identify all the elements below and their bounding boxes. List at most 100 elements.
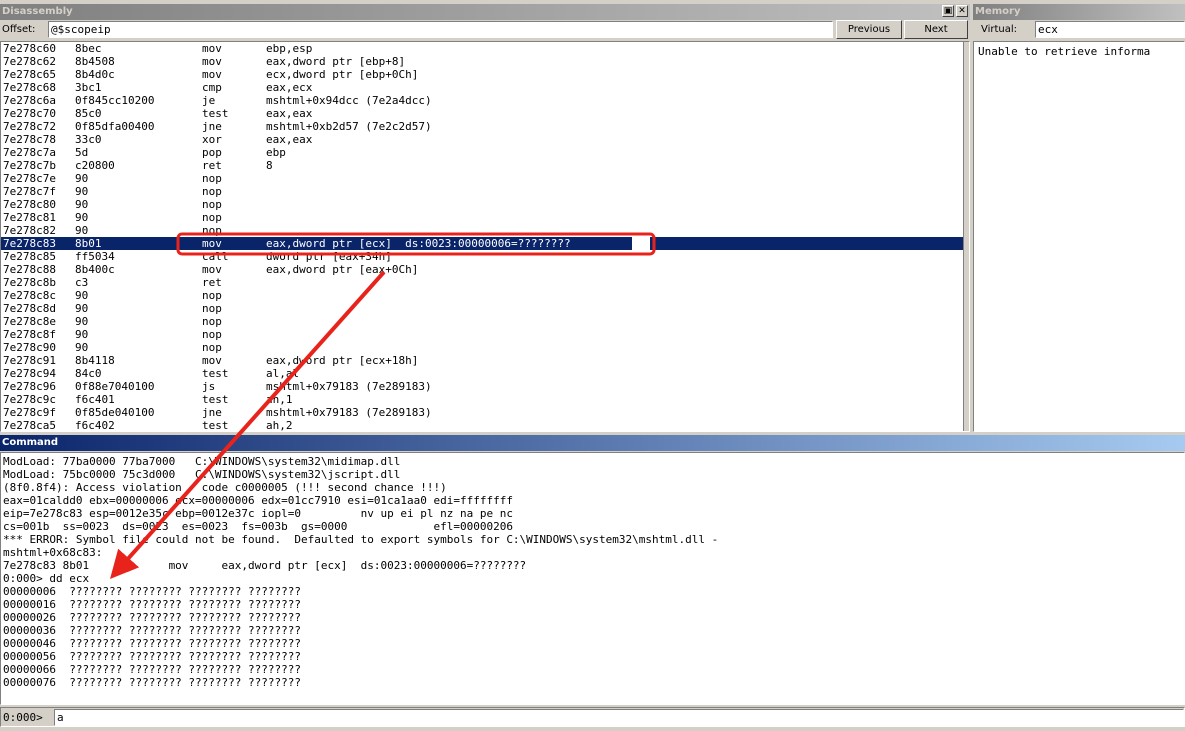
disassembly-line[interactable]: 7e278c65 8b4d0c mov ecx,dword ptr [ebp+0Ch] bbox=[1, 68, 969, 81]
disassembly-operands: al,al bbox=[266, 367, 300, 380]
command-input[interactable]: a bbox=[54, 709, 1184, 726]
disassembly-line[interactable]: 7e278c96 0f88e7040100 js mshtml+0x79183 (7e… bbox=[1, 380, 969, 393]
disassembly-mnemonic: nop bbox=[202, 198, 222, 211]
disassembly-line[interactable]: 7e278c81 90 nop bbox=[1, 211, 969, 224]
disassembly-line[interactable]: 7e278c7f 90 nop bbox=[1, 185, 969, 198]
disassembly-mnemonic: nop bbox=[202, 328, 222, 341]
disassembly-line[interactable]: 7e278c8b c3 ret bbox=[1, 276, 969, 289]
disassembly-line[interactable]: 7e278c60 8bec mov ebp,esp bbox=[1, 42, 969, 55]
disassembly-address: 7e278c9c bbox=[3, 393, 56, 406]
memory-pane[interactable]: Unable to retrieve informa bbox=[973, 41, 1185, 432]
disassembly-mnemonic: test bbox=[202, 107, 229, 120]
disassembly-address: 7e278c8d bbox=[3, 302, 56, 315]
disassembly-line[interactable]: 7e278c90 90 nop bbox=[1, 341, 969, 354]
disassembly-mnemonic: xor bbox=[202, 133, 222, 146]
disassembly-address: 7e278c8f bbox=[3, 328, 56, 341]
disassembly-bytes: 8bec bbox=[75, 42, 102, 55]
disassembly-address: 7e278ca5 bbox=[3, 419, 56, 432]
disassembly-line[interactable]: 7e278c8d 90 nop bbox=[1, 302, 969, 315]
virtual-input[interactable]: ecx bbox=[1035, 21, 1185, 38]
disassembly-bytes: ff5034 bbox=[75, 250, 115, 263]
disassembly-address: 7e278c6a bbox=[3, 94, 56, 107]
disassembly-line[interactable]: 7e278c7e 90 nop bbox=[1, 172, 969, 185]
previous-button[interactable]: Previous bbox=[836, 20, 902, 39]
disassembly-scrollbar[interactable] bbox=[963, 42, 969, 431]
disassembly-bytes: 0f85de040100 bbox=[75, 406, 155, 419]
disassembly-bytes: 8b400c bbox=[75, 263, 115, 276]
command-output-line: 0:000> dd ecx bbox=[3, 572, 90, 585]
disassembly-bytes: 90 bbox=[75, 289, 89, 302]
disassembly-address: 7e278c7f bbox=[3, 185, 56, 198]
command-output-line: 00000036 ???????? ???????? ???????? ????… bbox=[3, 624, 302, 637]
command-title: Command bbox=[2, 437, 59, 448]
disassembly-bytes: 90 bbox=[75, 224, 89, 237]
disassembly-line[interactable]: 7e278c7a 5d pop ebp bbox=[1, 146, 969, 159]
disassembly-line[interactable]: 7e278c94 84c0 test al,al bbox=[1, 367, 969, 380]
disassembly-mnemonic: ret bbox=[202, 276, 222, 289]
disassembly-line[interactable]: 7e278c82 90 nop bbox=[1, 224, 969, 237]
disassembly-line[interactable]: 7e278c8f 90 nop bbox=[1, 328, 969, 341]
disassembly-line[interactable]: 7e278c7b c20800 ret 8 bbox=[1, 159, 969, 172]
disassembly-line[interactable]: 7e278ca5 f6c402 test ah,2 bbox=[1, 419, 969, 432]
disassembly-mnemonic: nop bbox=[202, 172, 222, 185]
disassembly-operands: mshtml+0x79183 (7e289183) bbox=[266, 406, 432, 419]
disassembly-address: 7e278c96 bbox=[3, 380, 56, 393]
disassembly-mnemonic: jne bbox=[202, 120, 222, 133]
command-output-line: ModLoad: 77ba0000 77ba7000 C:\WINDOWS\sy… bbox=[3, 455, 401, 468]
memory-title-bar: Memory bbox=[973, 4, 1185, 20]
command-output-line: 00000076 ???????? ???????? ???????? ????… bbox=[3, 676, 302, 689]
disassembly-bytes: 90 bbox=[75, 315, 89, 328]
command-prompt: 0:000> bbox=[3, 711, 43, 724]
memory-title: Memory bbox=[975, 6, 1021, 17]
disassembly-operands: mshtml+0x94dcc (7e2a4dcc) bbox=[266, 94, 432, 107]
disassembly-operands: eax,dword ptr [ebp+8] bbox=[266, 55, 406, 68]
disassembly-operands: ah,1 bbox=[266, 393, 293, 406]
disassembly-line[interactable]: 7e278c70 85c0 test eax,eax bbox=[1, 107, 969, 120]
disassembly-mnemonic: test bbox=[202, 393, 229, 406]
disassembly-operands: eax,eax bbox=[266, 133, 313, 146]
command-output-line: mshtml+0x68c83: bbox=[3, 546, 103, 559]
disassembly-mnemonic: test bbox=[202, 367, 229, 380]
disassembly-line[interactable]: 7e278c9f 0f85de040100 jne mshtml+0x79183 (7… bbox=[1, 406, 969, 419]
disassembly-line[interactable]: 7e278c8e 90 nop bbox=[1, 315, 969, 328]
disassembly-line[interactable]: 7e278c88 8b400c mov eax,dword ptr [eax+0Ch] bbox=[1, 263, 969, 276]
disassembly-bytes: 8b01 bbox=[75, 237, 102, 250]
disassembly-address: 7e278c83 bbox=[3, 237, 56, 250]
disassembly-line[interactable]: 7e278c85 ff5034 call dword ptr [eax+34h] bbox=[1, 250, 969, 263]
disassembly-line[interactable]: 7e278c83 8b01 mov eax,dword ptr [ecx] ds:00… bbox=[1, 237, 969, 250]
offset-label: Offset: bbox=[2, 24, 36, 35]
command-output-pane[interactable]: ModLoad: 77ba0000 77ba7000 C:\WINDOWS\sy… bbox=[0, 452, 1185, 705]
disassembly-mnemonic: nop bbox=[202, 289, 222, 302]
disassembly-line[interactable]: 7e278c80 90 nop bbox=[1, 198, 969, 211]
next-button[interactable]: Next bbox=[904, 20, 968, 39]
command-output-line: 7e278c83 8b01 mov eax,dword ptr [ecx] ds… bbox=[3, 559, 527, 572]
disassembly-address: 7e278c65 bbox=[3, 68, 56, 81]
disassembly-address: 7e278c7b bbox=[3, 159, 56, 172]
disassembly-bytes: 8b4118 bbox=[75, 354, 115, 367]
disassembly-mnemonic: js bbox=[202, 380, 216, 393]
disassembly-mnemonic: jne bbox=[202, 406, 222, 419]
disassembly-line[interactable]: 7e278c6a 0f845cc10200 je mshtml+0x94dcc (7e… bbox=[1, 94, 969, 107]
disassembly-bytes: 84c0 bbox=[75, 367, 102, 380]
disassembly-line[interactable]: 7e278c68 3bc1 cmp eax,ecx bbox=[1, 81, 969, 94]
disassembly-line[interactable]: 7e278c8c 90 nop bbox=[1, 289, 969, 302]
offset-input[interactable]: @$scopeip bbox=[48, 21, 833, 38]
disassembly-pane[interactable]: 7e278c60 8bec mov ebp,esp 7e278c62 8b4508 mov e… bbox=[0, 41, 970, 432]
disassembly-operands: 8 bbox=[266, 159, 273, 172]
disassembly-bytes: f6c401 bbox=[75, 393, 115, 406]
disassembly-line[interactable]: 7e278c62 8b4508 mov eax,dword ptr [ebp+8] bbox=[1, 55, 969, 68]
disassembly-address: 7e278c81 bbox=[3, 211, 56, 224]
disassembly-line[interactable]: 7e278c78 33c0 xor eax,eax bbox=[1, 133, 969, 146]
disassembly-mnemonic: mov bbox=[202, 55, 222, 68]
disassembly-close-button[interactable]: ✕ bbox=[956, 5, 968, 17]
disassembly-bytes: 8b4d0c bbox=[75, 68, 115, 81]
disassembly-restore-button[interactable]: ▣ bbox=[942, 5, 954, 17]
disassembly-bytes: 85c0 bbox=[75, 107, 102, 120]
disassembly-mnemonic: mov bbox=[202, 68, 222, 81]
disassembly-bytes: 33c0 bbox=[75, 133, 102, 146]
disassembly-mnemonic: nop bbox=[202, 315, 222, 328]
disassembly-bytes: c3 bbox=[75, 276, 89, 289]
disassembly-line[interactable]: 7e278c72 0f85dfa00400 jne mshtml+0xb2d57 (7… bbox=[1, 120, 969, 133]
disassembly-line[interactable]: 7e278c91 8b4118 mov eax,dword ptr [ecx+18h] bbox=[1, 354, 969, 367]
disassembly-line[interactable]: 7e278c9c f6c401 test ah,1 bbox=[1, 393, 969, 406]
